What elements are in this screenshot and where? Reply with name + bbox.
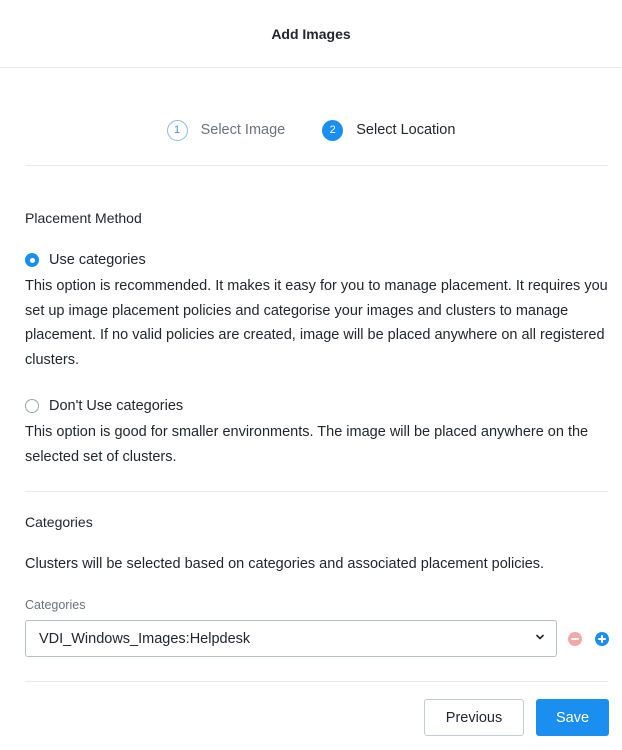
add-icon[interactable] bbox=[595, 632, 609, 646]
radio-unchecked-icon[interactable] bbox=[25, 399, 39, 413]
radio-dont-use-categories[interactable]: Don't Use categories bbox=[25, 398, 183, 414]
divider bbox=[25, 491, 608, 492]
step-number-1: 1 bbox=[166, 119, 188, 141]
radio-checked-icon[interactable] bbox=[25, 253, 39, 267]
radio-label-dont-use-categories: Don't Use categories bbox=[49, 398, 184, 414]
step-label-select-location: Select Location bbox=[356, 122, 456, 138]
dont-use-categories-description: This option is good for smaller environm… bbox=[25, 424, 589, 465]
step-select-image[interactable]: 1 Select Image bbox=[166, 119, 286, 141]
wizard-steps: 1 Select Image 2 Select Location bbox=[0, 116, 622, 144]
categories-description: Clusters will be selected based on categ… bbox=[25, 556, 545, 572]
radio-use-categories[interactable]: Use categories bbox=[25, 252, 146, 268]
categories-select[interactable]: VDI_Windows_Images:Helpdesk bbox=[25, 620, 557, 657]
divider bbox=[25, 681, 608, 682]
step-select-location[interactable]: 2 Select Location bbox=[322, 119, 456, 141]
modal-title: Add Images bbox=[271, 25, 351, 42]
placement-method-title: Placement Method bbox=[25, 210, 142, 226]
step-number-2: 2 bbox=[322, 119, 344, 141]
save-button[interactable]: Save bbox=[536, 699, 609, 736]
use-categories-description: This option is recommended. It makes it … bbox=[25, 278, 608, 368]
remove-icon[interactable] bbox=[568, 632, 582, 646]
divider bbox=[25, 165, 608, 166]
categories-select-value: VDI_Windows_Images:Helpdesk bbox=[39, 630, 251, 647]
categories-title: Categories bbox=[25, 514, 93, 530]
modal-header: Add Images bbox=[0, 0, 622, 68]
chevron-down-icon bbox=[536, 634, 544, 640]
radio-label-use-categories: Use categories bbox=[49, 252, 146, 268]
categories-field-label: Categories bbox=[25, 598, 86, 612]
previous-button[interactable]: Previous bbox=[424, 699, 524, 736]
step-label-select-image: Select Image bbox=[200, 122, 286, 138]
